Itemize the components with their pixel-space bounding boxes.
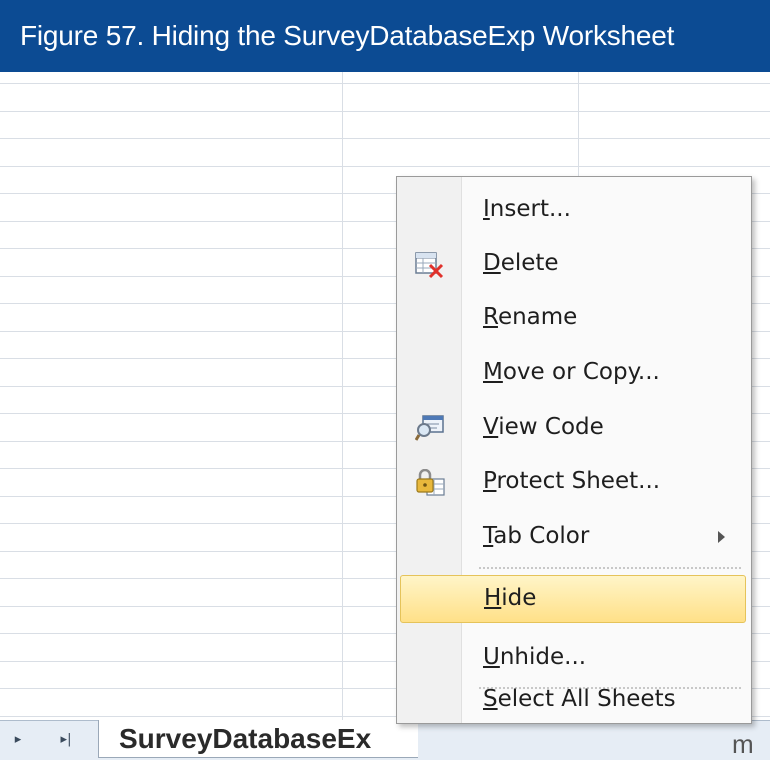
sheet-tab-label: SurveyDatabaseEx	[119, 723, 372, 754]
row-gridline	[0, 138, 770, 139]
menu-item-select-all-sheets[interactable]: Select All Sheets	[397, 677, 751, 725]
menu-item-label: View Code	[483, 414, 604, 440]
menu-item-insert[interactable]: Insert...	[397, 187, 751, 235]
delete-sheet-icon	[415, 251, 445, 279]
submenu-arrow-icon	[718, 531, 725, 543]
menu-item-rename[interactable]: Rename	[397, 295, 751, 343]
menu-item-label: Unhide...	[483, 644, 587, 670]
menu-item-label: Insert...	[483, 196, 571, 222]
menu-item-delete[interactable]: Delete	[397, 241, 751, 289]
sheet-context-menu: Insert... Delete Rename Move or Copy...	[396, 176, 752, 724]
menu-item-label: Protect Sheet...	[483, 468, 661, 494]
menu-item-label: Select All Sheets	[483, 686, 676, 712]
first-sheet-nav-icon[interactable]: ▸	[10, 731, 26, 749]
menu-item-label: Hide	[484, 585, 537, 611]
menu-separator	[479, 567, 741, 569]
last-sheet-nav-icon[interactable]: ▸|	[58, 731, 74, 749]
menu-item-label: Tab Color	[483, 523, 590, 549]
sheet-tab-active[interactable]: SurveyDatabaseEx	[98, 720, 418, 758]
menu-item-label: Move or Copy...	[483, 359, 660, 385]
row-gridline	[0, 166, 770, 167]
menu-item-move-or-copy[interactable]: Move or Copy...	[397, 350, 751, 398]
figure-caption: Figure 57. Hiding the SurveyDatabaseExp …	[20, 20, 675, 51]
protect-sheet-icon	[415, 468, 445, 497]
menu-item-protect-sheet[interactable]: Protect Sheet...	[397, 459, 751, 507]
menu-item-tab-color[interactable]: Tab Color	[397, 514, 751, 562]
menu-item-label: Rename	[483, 304, 578, 330]
column-gridline	[342, 72, 343, 720]
figure-caption-bar: Figure 57. Hiding the SurveyDatabaseExp …	[0, 0, 770, 72]
view-code-icon	[414, 415, 445, 443]
sheet-tab-bar: ▸ ▸| SurveyDatabaseEx m	[0, 720, 770, 760]
menu-item-hide[interactable]: Hide	[400, 575, 746, 623]
row-gridline	[0, 111, 770, 112]
sheet-tab-next[interactable]: m	[732, 729, 754, 760]
row-gridline	[0, 83, 770, 84]
menu-item-label: Delete	[483, 250, 559, 276]
menu-item-unhide[interactable]: Unhide...	[397, 635, 751, 683]
menu-item-view-code[interactable]: View Code	[397, 405, 751, 453]
